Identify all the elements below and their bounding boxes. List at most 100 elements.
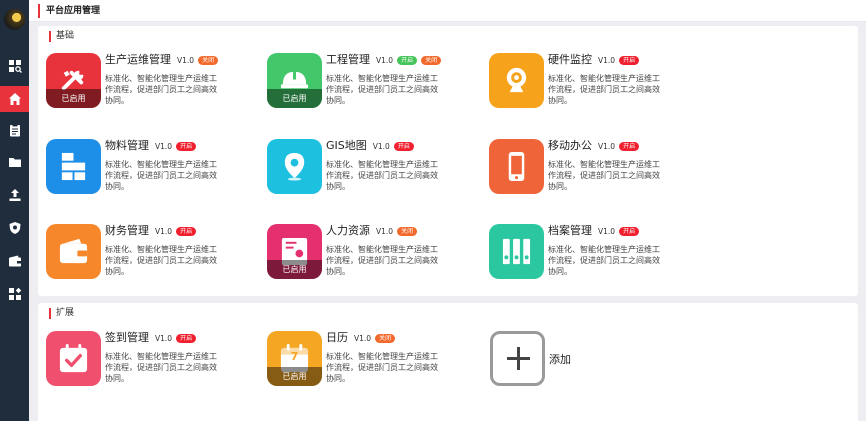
add-app-button[interactable]: 添加	[490, 331, 610, 391]
status-badge[interactable]: 关闭	[397, 227, 418, 236]
avatar[interactable]	[4, 9, 25, 30]
app-title-row: 档案管理 V1.0 开启	[548, 224, 640, 239]
status-badge[interactable]: 开启	[393, 142, 414, 151]
status-badge[interactable]: 关闭	[421, 56, 442, 65]
app-description: 标准化、智能化管理生产运维工作流程，促进部门员工之间高效协同。	[326, 74, 438, 105]
app-version: V1.0	[598, 142, 616, 151]
app-icon-tile[interactable]	[46, 224, 101, 279]
app-icon-tile[interactable]	[489, 139, 544, 194]
app-card[interactable]: 物料管理 V1.0 开启标准化、智能化管理生产运维工作流程，促进部门员工之间高效协同…	[46, 139, 276, 199]
app-version: V1.0	[354, 334, 372, 343]
app-description: 标准化、智能化管理生产运维工作流程，促进部门员工之间高效协同。	[548, 245, 660, 276]
status-badge[interactable]: 开启	[176, 334, 197, 343]
app-icon-tile[interactable]: 7 已启用	[267, 331, 322, 386]
app-version: V1.0	[598, 56, 616, 65]
section-extension: 扩展 签到管理 V1.0 开启 标准化、智能化管理生产运维工作流程，促进部门员工之间高…	[38, 303, 858, 421]
app-description: 标准化、智能化管理生产运维工作流程，促进部门员工之间高效协同。	[105, 74, 217, 105]
wallet-icon[interactable]	[0, 248, 29, 274]
app-description: 标准化、智能化管理生产运维工作流程，促进部门员工之间高效协同。	[105, 245, 217, 276]
app-version: V1.0	[155, 142, 173, 151]
status-badge[interactable]: 开启	[619, 56, 640, 65]
app-card[interactable]: 财务管理 V1.0 开启 标准化、智能化管理生产运维工作流程，促进部门员工之间高效协同…	[46, 224, 276, 284]
app-card[interactable]: 已启用 生产运维管理 V1.0 关闭标准化、智能化管理生产运维工作流程，促进部门员工之…	[46, 53, 276, 113]
grid-search-icon[interactable]	[0, 53, 29, 79]
enabled-overlay: 已启用	[267, 89, 322, 108]
app-title-row: 硬件监控 V1.0 开启	[548, 53, 640, 68]
app-title-row: 工程管理 V1.0 开启 关闭	[326, 53, 442, 68]
app-name: 工程管理	[326, 53, 370, 66]
app-icon-tile[interactable]: 已启用	[267, 224, 322, 279]
app-description: 标准化、智能化管理生产运维工作流程，促进部门员工之间高效协同。	[326, 160, 438, 191]
page-title: 平台应用管理	[38, 4, 100, 18]
app-description: 标准化、智能化管理生产运维工作流程，促进部门员工之间高效协同。	[326, 352, 438, 383]
app-name: 生产运维管理	[105, 53, 171, 66]
app-card[interactable]: 档案管理 V1.0 开启标准化、智能化管理生产运维工作流程，促进部门员工之间高效协同…	[489, 224, 719, 284]
shield-icon[interactable]	[0, 215, 29, 241]
app-name: GIS地图	[326, 139, 367, 152]
app-name: 硬件监控	[548, 53, 592, 66]
app-card[interactable]: 签到管理 V1.0 开启标准化、智能化管理生产运维工作流程，促进部门员工之间高效协同…	[46, 331, 276, 391]
app-card[interactable]: 已启用 工程管理 V1.0 开启 关闭标准化、智能化管理生产运维工作流程，促进部门员工之…	[267, 53, 497, 113]
status-badge[interactable]: 开启	[619, 227, 640, 236]
main-content: 平台应用管理 基础 已启用 生产运维管理 V1.0 关闭 标准化、智能化管理生产运维工作…	[29, 0, 866, 421]
section-title: 基础	[49, 31, 74, 42]
enabled-overlay: 已启用	[267, 260, 322, 279]
enabled-overlay: 已启用	[267, 367, 322, 386]
app-name: 签到管理	[105, 331, 149, 344]
app-description: 标准化、智能化管理生产运维工作流程，促进部门员工之间高效协同。	[105, 352, 217, 383]
status-badge[interactable]: 开启	[619, 142, 640, 151]
app-description: 标准化、智能化管理生产运维工作流程，促进部门员工之间高效协同。	[548, 160, 660, 191]
app-version: V1.0	[376, 56, 394, 65]
status-badge[interactable]: 开启	[397, 56, 418, 65]
sidebar	[0, 0, 29, 421]
app-card[interactable]: 已启用 人力资源 V1.0 关闭标准化、智能化管理生产运维工作流程，促进部门员工之间高…	[267, 224, 497, 284]
clipboard-icon[interactable]	[0, 117, 29, 143]
enabled-overlay: 已启用	[46, 89, 101, 108]
app-name: 日历	[326, 331, 348, 344]
page-header: 平台应用管理	[29, 0, 866, 22]
app-card[interactable]: 移动办公 V1.0 开启标准化、智能化管理生产运维工作流程，促进部门员工之间高效协同…	[489, 139, 719, 199]
app-title-row: 人力资源 V1.0 关闭	[326, 224, 418, 239]
app-description: 标准化、智能化管理生产运维工作流程，促进部门员工之间高效协同。	[326, 245, 438, 276]
app-title-row: 物料管理 V1.0 开启	[105, 139, 197, 154]
upload-icon[interactable]	[0, 182, 29, 208]
app-icon-tile[interactable]	[46, 331, 101, 386]
home-icon[interactable]	[0, 86, 29, 112]
app-name: 档案管理	[548, 224, 592, 237]
status-badge[interactable]: 关闭	[198, 56, 219, 65]
app-description: 标准化、智能化管理生产运维工作流程，促进部门员工之间高效协同。	[105, 160, 217, 191]
app-description: 标准化、智能化管理生产运维工作流程，促进部门员工之间高效协同。	[548, 74, 660, 105]
status-badge[interactable]: 开启	[176, 227, 197, 236]
app-version: V1.0	[598, 227, 616, 236]
app-card[interactable]: 硬件监控 V1.0 开启标准化、智能化管理生产运维工作流程，促进部门员工之间高效协同…	[489, 53, 719, 113]
app-name: 物料管理	[105, 139, 149, 152]
app-title-row: 日历 V1.0 关闭	[326, 331, 396, 346]
app-icon-tile[interactable]: 已启用	[267, 53, 322, 108]
app-name: 财务管理	[105, 224, 149, 237]
app-icon-tile[interactable]	[46, 139, 101, 194]
status-badge[interactable]: 开启	[176, 142, 197, 151]
app-title-row: GIS地图 V1.0 开启	[326, 139, 414, 154]
app-icon-tile[interactable]	[489, 224, 544, 279]
app-icon-tile[interactable]: 已启用	[46, 53, 101, 108]
app-name: 移动办公	[548, 139, 592, 152]
app-title-row: 移动办公 V1.0 开启	[548, 139, 640, 154]
app-title-row: 签到管理 V1.0 开启	[105, 331, 197, 346]
calendar-day: 7	[290, 350, 299, 363]
status-badge[interactable]: 关闭	[375, 334, 396, 343]
app-version: V1.0	[155, 334, 173, 343]
section-title: 扩展	[49, 308, 74, 319]
app-version: V1.0	[177, 56, 195, 65]
app-name: 人力资源	[326, 224, 370, 237]
app-card[interactable]: 7 已启用 日历 V1.0 关闭标准化、智能化管理生产运维工作流程，促进部门员工之间高效…	[267, 331, 497, 391]
app-version: V1.0	[376, 227, 394, 236]
folder-icon[interactable]	[0, 149, 29, 175]
app-icon-tile[interactable]	[267, 139, 322, 194]
section-basic: 基础 已启用 生产运维管理 V1.0 关闭 标准化、智能化管理生产运维工作流程，促进部门…	[38, 26, 858, 296]
app-version: V1.0	[372, 142, 390, 151]
apps-icon[interactable]	[0, 281, 29, 307]
app-title-row: 生产运维管理 V1.0 关闭	[105, 53, 219, 68]
plus-icon[interactable]	[490, 331, 545, 386]
app-icon-tile[interactable]	[489, 53, 544, 108]
app-card[interactable]: GIS地图 V1.0 开启标准化、智能化管理生产运维工作流程，促进部门员工之间高效协…	[267, 139, 497, 199]
